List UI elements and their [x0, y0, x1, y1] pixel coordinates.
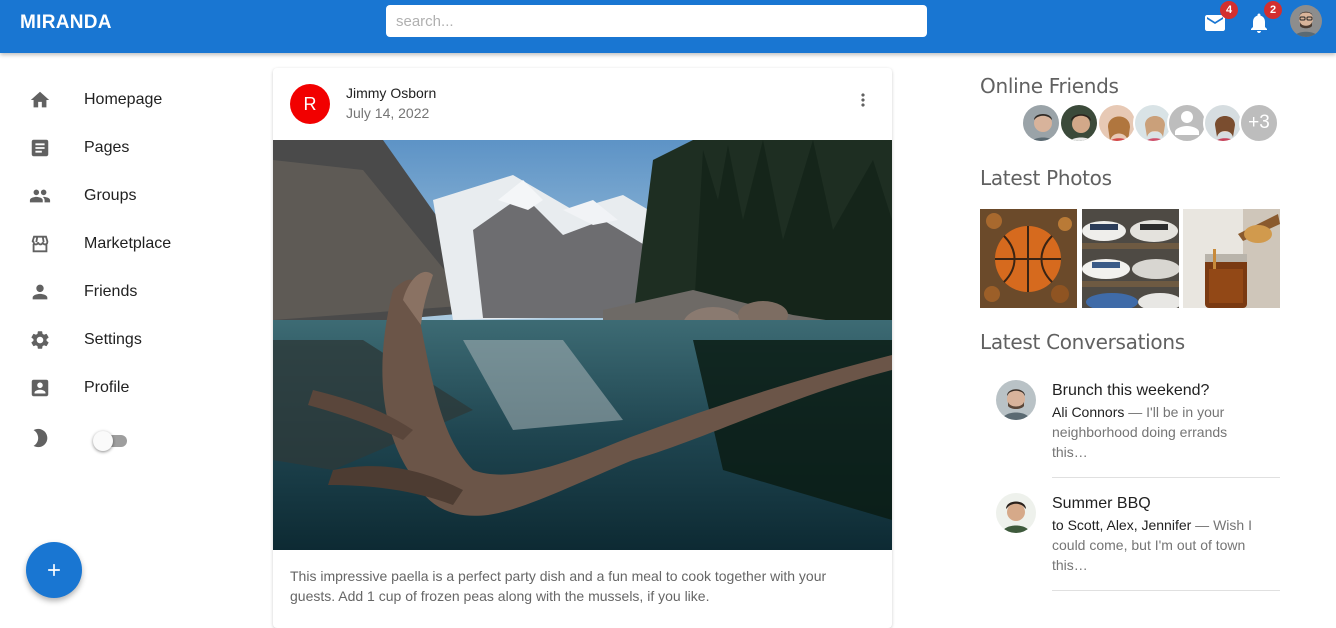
conversation-title: Summer BBQ — [1052, 495, 1151, 512]
conversation-sender: Ali Connors — [1052, 404, 1125, 420]
sidebar-item-marketplace[interactable]: Marketplace — [0, 220, 250, 268]
home-icon — [29, 89, 51, 111]
mail-badge: 4 — [1220, 1, 1238, 19]
conversation-item[interactable]: Brunch this weekend? Ali Connors — I'll … — [980, 380, 1280, 480]
sidebar-item-pages[interactable]: Pages — [0, 124, 250, 172]
post-text: This impressive paella is a perfect part… — [290, 568, 827, 604]
sidebar-item-label: Settings — [84, 331, 142, 348]
toggle-thumb — [93, 431, 113, 451]
post-date: July 14, 2022 — [346, 105, 430, 121]
notifications-button[interactable]: 2 — [1246, 1, 1282, 36]
latest-conversations-title: Latest Conversations — [980, 330, 1185, 354]
online-friend-avatar[interactable] — [1021, 103, 1061, 143]
sidebar-item-label: Groups — [84, 187, 137, 204]
sidebar-item-label: Marketplace — [84, 235, 172, 252]
left-sidebar: Homepage Pages Groups Marketplace Friend… — [0, 53, 250, 607]
sidebar-item-label: Friends — [84, 283, 138, 300]
online-friend-avatar[interactable] — [1203, 103, 1243, 143]
dark-mode-toggle[interactable] — [91, 431, 131, 451]
latest-photo-basketball[interactable] — [980, 209, 1077, 308]
article-icon — [29, 137, 51, 159]
online-friend-avatar[interactable] — [1097, 103, 1137, 143]
app-bar: MIRANDA 4 2 — [0, 0, 1336, 53]
sidebar-item-label: Homepage — [84, 91, 163, 108]
conversation-preview: Ali Connors — I'll be in your neighborho… — [1052, 402, 1252, 462]
plus-icon — [48, 564, 60, 576]
notifications-badge: 2 — [1264, 1, 1282, 19]
conversation-preview: to Scott, Alex, Jennifer — Wish I could … — [1052, 515, 1252, 575]
sidebar-item-profile[interactable]: Profile — [0, 364, 250, 412]
online-friends-more[interactable]: +3 — [1239, 103, 1279, 143]
conversation-avatar — [996, 493, 1036, 533]
online-friend-avatar-placeholder[interactable] — [1167, 103, 1207, 143]
sidebar-item-friends[interactable]: Friends — [0, 268, 250, 316]
account-box-icon — [29, 377, 51, 399]
sidebar-item-homepage[interactable]: Homepage — [0, 76, 250, 124]
latest-photos-title: Latest Photos — [980, 166, 1112, 190]
conversation-sender: to Scott, Alex, Jennifer — [1052, 517, 1192, 533]
post-menu-button[interactable] — [853, 88, 873, 112]
post-avatar[interactable]: R — [290, 84, 330, 124]
online-friends-title: Online Friends — [980, 74, 1119, 98]
gear-icon — [29, 329, 51, 351]
conversation-divider — [1052, 590, 1280, 591]
post-author[interactable]: Jimmy Osborn — [346, 85, 436, 101]
latest-photo-hats[interactable] — [1082, 209, 1179, 308]
post-image[interactable] — [273, 140, 892, 550]
group-icon — [29, 185, 51, 207]
latest-photo-honey[interactable] — [1183, 209, 1280, 308]
moon-icon — [29, 427, 51, 449]
sidebar-item-groups[interactable]: Groups — [0, 172, 250, 220]
post-card: R Jimmy Osborn July 14, 2022 This impres… — [273, 68, 892, 628]
mail-button[interactable]: 4 — [1202, 1, 1238, 36]
sidebar-item-settings[interactable]: Settings — [0, 316, 250, 364]
sidebar-item-label: Pages — [84, 139, 130, 156]
brand-logo[interactable]: MIRANDA — [20, 12, 112, 34]
more-vert-icon — [861, 93, 865, 107]
conversation-item[interactable]: Summer BBQ to Scott, Alex, Jennifer — Wi… — [980, 493, 1280, 593]
person-icon — [29, 281, 51, 303]
storefront-icon — [29, 233, 51, 255]
online-friend-avatar[interactable] — [1059, 103, 1099, 143]
conversation-title: Brunch this weekend? — [1052, 382, 1210, 399]
conversation-avatar — [996, 380, 1036, 420]
sidebar-item-label: Profile — [84, 379, 130, 396]
add-post-button[interactable] — [26, 542, 82, 598]
conversation-divider — [1052, 477, 1280, 478]
user-avatar[interactable] — [1290, 5, 1322, 37]
search-input[interactable] — [386, 5, 927, 37]
